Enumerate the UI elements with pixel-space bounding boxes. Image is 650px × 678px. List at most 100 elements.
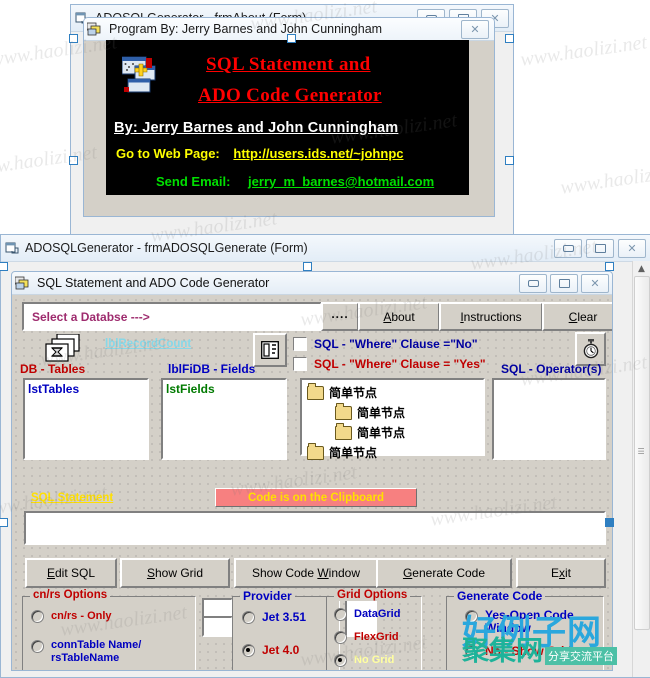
database-path-input[interactable]: Select a Databse ---> [22,302,322,331]
watermark-text: www.haolizi.net [559,159,650,199]
sql-statement-textbox[interactable] [24,511,606,545]
show-grid-button[interactable]: Show Grid [120,558,230,588]
fields-listbox[interactable]: lstFields [161,378,287,460]
edit-sql-button[interactable]: Edit SQL [25,558,117,588]
where-clause-yes-checkbox[interactable] [293,357,307,371]
tree-node-label: 简单节点 [329,386,378,400]
where-clause-no-checkbox[interactable] [293,337,307,351]
about-dialog[interactable]: Program By: Jerry Barnes and John Cunnin… [83,17,495,217]
resize-handle[interactable] [605,262,614,271]
vertical-scrollbar[interactable]: ▲ ☰ [632,261,650,677]
grid-view-icon[interactable] [253,333,287,367]
close-icon[interactable]: ✕ [618,238,646,258]
conn-table-name-radio[interactable] [31,640,44,653]
nogrid-radio-row[interactable]: No Grid [334,654,421,667]
resize-handle[interactable] [505,156,514,165]
exit-button[interactable]: Exit [516,558,606,588]
clear-button-label: Clear [568,309,598,324]
splash-title-line1: SQL Statement and [206,54,371,75]
database-path-placeholder: Select a Databse ---> [32,309,150,324]
about-button-label: About [383,309,415,324]
app-icon [87,22,101,36]
form-icon [5,242,19,254]
tree-node-label: 简单节点 [357,406,406,420]
sql-generator-form[interactable]: SQL Statement and ADO Code Generator ✕ S… [11,271,613,671]
resize-handle[interactable] [505,34,514,43]
tree-node[interactable]: 简单节点 [307,382,483,401]
clipboard-banner-label: Code is on the Clipboard [247,491,385,504]
cnrs-only-label: cn/rs - Only [51,610,112,622]
tables-listbox[interactable]: lstTables [23,378,149,460]
close-icon[interactable]: ✕ [581,273,609,293]
no-show-grid-radio-row[interactable]: No - Show Grid [465,645,603,658]
resize-handle[interactable] [0,262,8,271]
jet40-radio-row[interactable]: Jet 4.0 [242,644,339,657]
folder-icon [307,442,324,460]
splash-email-address[interactable]: jerry_m_barnes@hotmail.com [248,174,434,189]
main-form-titlebar[interactable]: ADOSQLGenerator - frmADOSQLGenerate (For… [1,235,650,262]
main-form-title: ADOSQLGenerator - frmADOSQLGenerate (For… [25,241,308,255]
datagrid-radio[interactable] [334,608,347,621]
cnrs-only-radio[interactable] [31,610,44,623]
resize-handle[interactable] [287,34,296,43]
stopwatch-icon[interactable] [575,332,606,366]
minimize-icon[interactable] [554,238,582,258]
about-button[interactable]: About [358,302,440,331]
tree-node[interactable]: 简单节点 [307,442,483,461]
main-form-window[interactable]: ADOSQLGenerator - frmADOSQLGenerate (For… [0,234,650,678]
resize-handle[interactable] [69,156,78,165]
scroll-up-arrow[interactable]: ▲ [638,264,645,274]
splash-web-url[interactable]: http://users.ids.net/~johnpc [233,146,403,161]
fields-listbox-item[interactable]: lstFields [163,380,285,396]
tree-node-label: 简单节点 [329,446,378,460]
grid-options-legend: Grid Options [334,589,411,601]
splash-authors: By: Jerry Barnes and John Cunningham [114,120,399,136]
fields-label: lblFiDB - Fields [168,362,256,376]
flexgrid-radio[interactable] [334,631,347,644]
jet351-radio-row[interactable]: Jet 3.51 [242,611,339,624]
generate-code-button-label: Generate Code [402,566,486,580]
resize-handle[interactable] [605,518,614,527]
where-clause-no-label: SQL - "Where" Clause ="No" [314,337,478,351]
browse-button-label: .... [331,306,349,321]
minimize-icon[interactable] [519,273,547,293]
yes-open-code-window-radio-row[interactable]: Yes-Open Code Window [465,609,603,635]
splash-email-label: Send Email: [156,174,231,189]
tree-node[interactable]: 简单节点 [335,402,483,421]
operators-listbox[interactable] [492,378,606,460]
jet40-radio[interactable] [242,644,255,657]
flexgrid-radio-row[interactable]: FlexGrid [334,631,421,644]
tables-listbox-item[interactable]: lstTables [25,380,147,396]
tree-node[interactable]: 简单节点 [335,422,483,441]
maximize-icon[interactable] [550,273,578,293]
yes-open-code-window-label: Yes-Open Code Window [485,608,574,635]
resize-handle[interactable] [69,34,78,43]
grid-options-frame: Grid Options DataGrid FlexGrid No Grid [326,589,422,670]
clear-button[interactable]: Clear [542,302,612,331]
maximize-icon[interactable] [586,238,614,258]
folder-icon [335,402,352,420]
about-splash-panel: SQL Statement and ADO Code Generator By:… [106,40,469,195]
cnrs-only-radio-row[interactable]: cn/rs - Only [31,610,195,623]
record-count-label: lblRecordCount [105,338,192,350]
conn-table-name-radio-row[interactable]: connTable Name/ rsTableName [31,639,195,665]
nogrid-radio[interactable] [334,654,347,667]
show-code-window-button[interactable]: Show Code Window [234,558,378,588]
sql-generator-titlebar[interactable]: SQL Statement and ADO Code Generator ✕ [12,272,612,295]
yes-open-code-window-radio[interactable] [465,610,478,623]
jet351-radio[interactable] [242,611,255,624]
jet40-label: Jet 4.0 [262,643,300,657]
where-clause-treeview[interactable]: 简单节点 简单节点 简单节点 简单节点 [300,378,485,460]
resize-handle[interactable] [0,518,8,527]
about-dialog-title: Program By: Jerry Barnes and John Cunnin… [109,22,383,36]
close-icon[interactable]: ✕ [461,19,489,39]
generate-code-button[interactable]: Generate Code [376,558,512,588]
folder-icon [335,422,352,440]
no-show-grid-radio[interactable] [465,645,478,658]
show-code-window-button-label: Show Code Window [251,566,361,580]
scrollbar-thumb[interactable]: ☰ [633,276,650,630]
resize-handle[interactable] [303,262,312,271]
datagrid-radio-row[interactable]: DataGrid [334,608,421,621]
browse-database-button[interactable]: .... [321,302,359,331]
instructions-button[interactable]: Instructions [439,302,543,331]
